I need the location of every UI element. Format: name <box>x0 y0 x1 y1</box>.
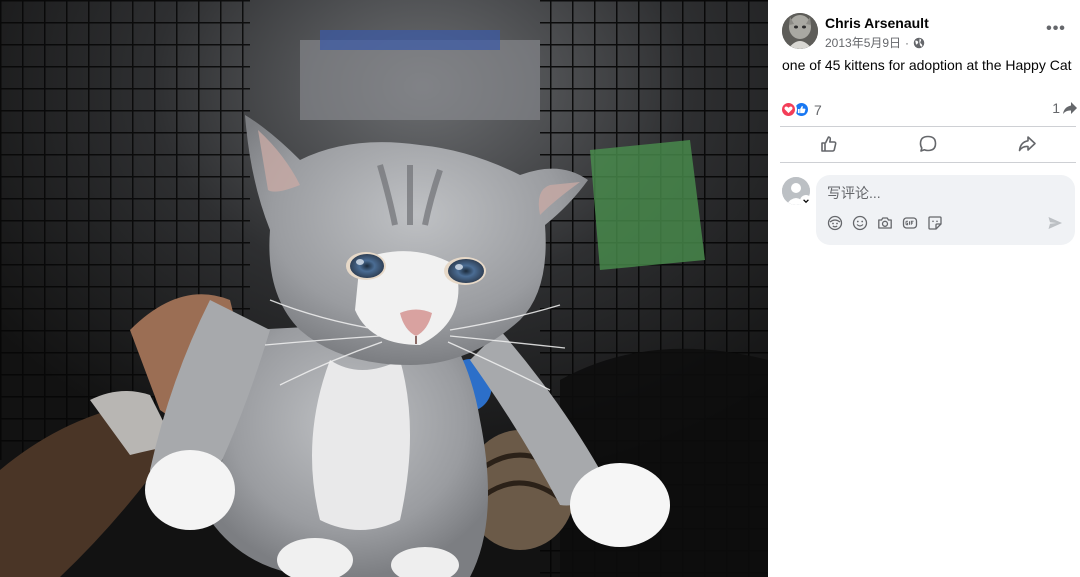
like-icon <box>821 136 837 152</box>
kitten-photo-image <box>0 0 768 577</box>
comment-button[interactable] <box>879 128 978 160</box>
author-avatar-image <box>782 13 818 49</box>
comment-box <box>816 175 1075 245</box>
reactions-summary[interactable]: 7 <box>780 101 822 118</box>
photo-button[interactable] <box>877 215 893 231</box>
share-count-link[interactable]: 1 <box>1052 100 1078 116</box>
account-switch-chevron[interactable] <box>800 195 812 207</box>
comment-icon <box>919 135 937 152</box>
author-avatar[interactable] <box>782 13 818 49</box>
gif-icon <box>902 217 918 229</box>
avatar-sticker-icon <box>827 215 843 231</box>
globe-icon[interactable] <box>913 37 925 49</box>
comment-input[interactable] <box>827 183 1057 203</box>
gif-button[interactable] <box>902 215 918 231</box>
sticker-button[interactable] <box>927 215 943 231</box>
camera-icon <box>878 217 892 229</box>
post-action-bar <box>780 128 1076 160</box>
emoji-icon <box>852 215 868 231</box>
meta-separator: · <box>905 35 910 50</box>
post-photo[interactable] <box>0 0 768 577</box>
reaction-count: 7 <box>814 101 822 118</box>
share-count: 1 <box>1052 100 1060 116</box>
post-side-panel: Chris Arsenault 2013年5月9日 · ••• one of 4… <box>768 0 1080 577</box>
post-header: Chris Arsenault 2013年5月9日 · ••• <box>782 13 1074 53</box>
comment-tools <box>827 215 943 231</box>
divider-bottom <box>780 162 1076 163</box>
avatar-sticker-button[interactable] <box>827 215 843 231</box>
share-arrow-icon <box>1063 102 1077 114</box>
divider-top <box>780 126 1076 127</box>
post-caption: one of 45 kittens for adoption at the Ha… <box>782 57 1072 73</box>
post-date[interactable]: 2013年5月9日 <box>825 34 901 51</box>
author-name[interactable]: Chris Arsenault <box>825 15 929 31</box>
emoji-button[interactable] <box>852 215 868 231</box>
share-icon <box>1018 136 1036 152</box>
send-icon <box>1048 217 1062 229</box>
post-meta: 2013年5月9日 · <box>825 34 925 51</box>
send-comment-button[interactable] <box>1047 215 1063 231</box>
more-options-button[interactable]: ••• <box>1044 19 1068 39</box>
chevron-down-icon <box>803 199 809 204</box>
comment-composer <box>782 175 1076 245</box>
post-stats: 7 1 <box>780 98 1078 120</box>
like-button[interactable] <box>780 128 879 160</box>
share-button[interactable] <box>977 128 1076 160</box>
love-reaction-icon <box>780 101 797 118</box>
sticker-icon <box>928 216 942 230</box>
